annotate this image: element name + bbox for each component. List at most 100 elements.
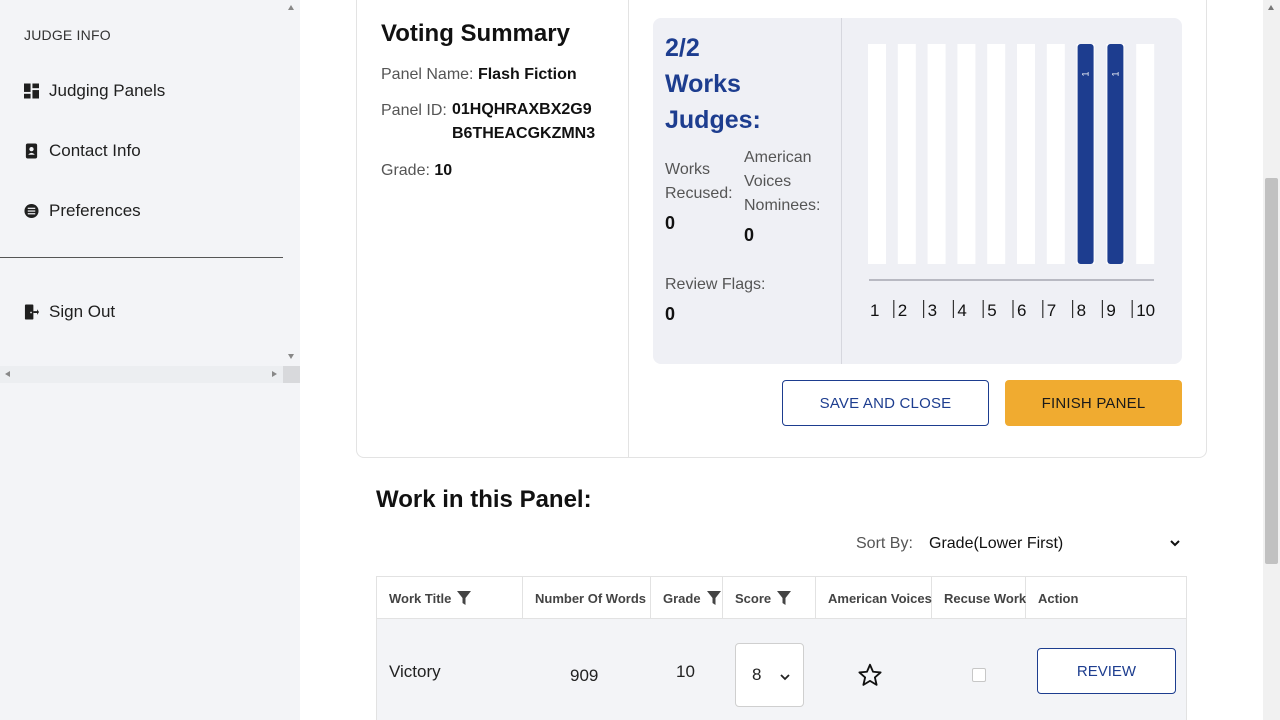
sidebar-menu: JUDGE INFO Judging Panels Contact Info P… xyxy=(0,0,283,366)
grade-value: 10 xyxy=(434,162,453,179)
column-label: Work Title xyxy=(389,590,452,606)
scroll-up-arrow-icon[interactable] xyxy=(1268,5,1274,10)
chart-data-label: 1 xyxy=(1110,71,1120,76)
sidebar-item-sign-out[interactable]: Sign Out xyxy=(24,299,115,325)
chart-bar-track xyxy=(1046,44,1065,264)
chevron-down-icon xyxy=(780,674,790,681)
sort-by-value: Grade(Lower First) xyxy=(929,535,1064,552)
american-voices-label: American Voices Nominees: xyxy=(744,149,821,214)
review-button[interactable]: REVIEW xyxy=(1037,648,1176,694)
sidebar: JUDGE INFO Judging Panels Contact Info P… xyxy=(0,0,300,720)
sidebar-item-label: Judging Panels xyxy=(49,81,166,100)
panel-name-label: Panel Name: xyxy=(381,66,474,83)
column-label: Score xyxy=(735,590,772,606)
chart-tick-label: 3 xyxy=(928,301,937,320)
chart-tick-label: 7 xyxy=(1047,301,1056,320)
work-title-cell[interactable]: Victory xyxy=(389,662,441,682)
sidebar-item-label: Preferences xyxy=(49,201,141,220)
settings-gear-icon xyxy=(24,203,39,219)
sidebar-heading: JUDGE INFO xyxy=(24,27,111,43)
review-flags-label: Review Flags: xyxy=(665,276,766,293)
scroll-down-arrow-icon[interactable] xyxy=(288,354,294,359)
sign-out-icon xyxy=(24,304,39,320)
scroll-left-arrow-icon[interactable] xyxy=(5,371,10,377)
chart-bar-track xyxy=(927,44,946,264)
word-count-cell: 909 xyxy=(570,666,599,685)
filter-icon[interactable] xyxy=(777,591,792,605)
american-voices-star-icon[interactable] xyxy=(857,662,883,688)
sidebar-item-contact-info[interactable]: Contact Info xyxy=(24,138,141,164)
works-count: 2/2 xyxy=(665,34,700,62)
table-row: Victory 909 10 8 REVIEW xyxy=(376,619,1187,720)
column-label: American Voices xyxy=(828,590,932,606)
score-distribution-chart: 1 1 1 2 3 4 5 6 7 8 9 10 xyxy=(860,36,1170,326)
chart-bar-track xyxy=(987,44,1006,264)
column-work-title[interactable]: Work Title xyxy=(377,577,523,619)
chart-tick-label: 1 xyxy=(870,301,879,320)
chart-tick-label: 4 xyxy=(957,301,966,320)
column-recuse-work: Recuse Work xyxy=(932,577,1026,619)
panel-name-line: Panel Name: Flash Fiction xyxy=(381,66,577,84)
sort-by-select[interactable]: Grade(Lower First) xyxy=(920,529,1187,559)
work-section-title: Work in this Panel: xyxy=(376,486,592,513)
column-american-voices: American Voices xyxy=(816,577,932,619)
sidebar-item-judging-panels[interactable]: Judging Panels xyxy=(24,78,165,104)
table-header: Work Title Number Of Words Grade Score A… xyxy=(376,576,1187,619)
chart-bar-track xyxy=(1017,44,1035,264)
column-label: Action xyxy=(1038,590,1079,606)
chart-data-label: 1 xyxy=(1081,71,1091,76)
score-select[interactable]: 8 xyxy=(735,643,804,707)
column-label: Grade xyxy=(663,590,701,606)
dashboard-icon xyxy=(24,83,39,99)
voting-summary-title: Voting Summary xyxy=(381,20,570,47)
page-scrollbar-thumb[interactable] xyxy=(1265,178,1278,564)
filter-icon[interactable] xyxy=(457,591,472,605)
finish-panel-button[interactable]: FINISH PANEL xyxy=(1005,380,1182,426)
sidebar-item-label: Sign Out xyxy=(49,302,116,321)
scrollbar-corner xyxy=(283,366,300,383)
column-score[interactable]: Score xyxy=(723,577,816,619)
column-label: Recuse Work xyxy=(944,590,1027,606)
chart-tick-label: 5 xyxy=(987,301,996,320)
column-label: Number Of Words xyxy=(535,590,646,606)
chart-bar-track xyxy=(868,44,886,264)
panel-id-label: Panel ID: xyxy=(381,102,447,119)
chart-tick-label: 9 xyxy=(1106,301,1115,320)
scroll-up-arrow-icon[interactable] xyxy=(288,5,294,10)
chart-tick-label: 10 xyxy=(1136,301,1155,320)
chevron-down-icon xyxy=(1170,540,1180,547)
works-judges-label: Works Judges: xyxy=(665,70,761,134)
sort-by-label: Sort By: xyxy=(856,535,913,552)
grade-label: Grade: xyxy=(381,162,430,179)
column-grade[interactable]: Grade xyxy=(651,577,723,619)
stats-divider xyxy=(841,18,842,364)
sidebar-divider xyxy=(0,257,283,258)
works-recused-value: 0 xyxy=(665,213,676,233)
sidebar-item-label: Contact Info xyxy=(49,141,141,160)
chart-bar-track xyxy=(957,44,976,264)
sidebar-item-preferences[interactable]: Preferences xyxy=(24,198,141,224)
page-scrollbar[interactable] xyxy=(1263,0,1280,720)
sidebar-vertical-scrollbar[interactable] xyxy=(283,0,300,366)
chart-tick-label: 2 xyxy=(898,301,907,320)
chart-tick-label: 8 xyxy=(1077,301,1086,320)
score-value: 8 xyxy=(752,665,762,684)
works-recused-label: Works Recused: xyxy=(665,161,733,202)
column-action: Action xyxy=(1026,577,1186,619)
scroll-right-arrow-icon[interactable] xyxy=(272,371,277,377)
grade-cell: 10 xyxy=(676,662,695,681)
summary-divider xyxy=(628,0,629,458)
filter-icon[interactable] xyxy=(706,591,721,605)
score-chart-svg: 1 11 2 3 4 5 6 7 8 9 10 xyxy=(868,44,1155,320)
grade-line: Grade: 10 xyxy=(381,162,452,180)
column-number-of-words: Number Of Words xyxy=(523,577,651,619)
save-and-close-button[interactable]: SAVE AND CLOSE xyxy=(782,380,989,426)
american-voices-value: 0 xyxy=(744,225,755,245)
recuse-work-checkbox[interactable] xyxy=(972,668,986,682)
contact-book-icon xyxy=(25,143,38,159)
works-judged-heading: 2/2 Works Judges: xyxy=(665,30,815,138)
chart-bar-track xyxy=(897,44,916,264)
review-flags-value: 0 xyxy=(665,304,676,324)
chart-tick-label: 6 xyxy=(1017,301,1026,320)
sidebar-horizontal-scrollbar[interactable] xyxy=(0,366,283,383)
